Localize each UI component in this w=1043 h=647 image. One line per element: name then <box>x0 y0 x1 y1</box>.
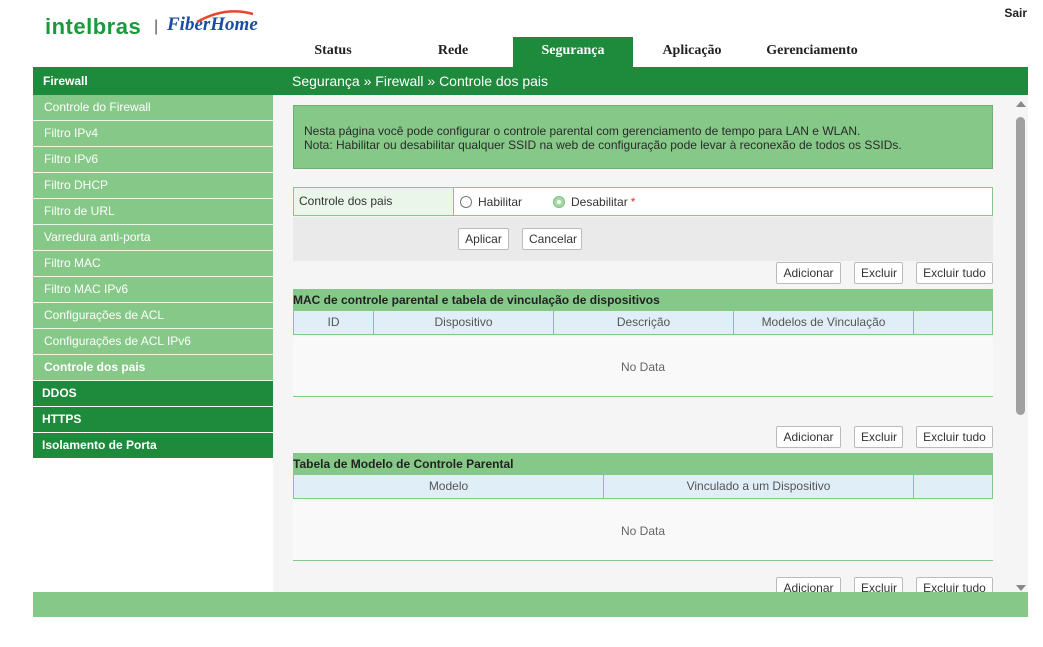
apply-button[interactable]: Aplicar <box>458 228 509 250</box>
tab-seguranca[interactable]: Segurança <box>513 37 633 67</box>
tab-rede[interactable]: Rede <box>393 37 513 67</box>
model-table-header: Modelo Vinculado a um Dispositivo <box>293 475 993 499</box>
sidebar-group-https[interactable]: HTTPS <box>33 407 273 433</box>
title-bar: Firewall Segurança » Firewall » Controle… <box>33 67 1028 95</box>
sidebar-item-controle-firewall[interactable]: Controle do Firewall <box>33 95 273 121</box>
parental-control-row: Controle dos pais Habilitar Desabilitar … <box>293 187 993 216</box>
scrollbar-thumb[interactable] <box>1016 117 1025 415</box>
sidebar-item-controle-pais[interactable]: Controle dos pais <box>33 355 273 381</box>
scroll-up-arrow-icon[interactable] <box>1016 101 1026 107</box>
col-id: ID <box>294 311 374 334</box>
delete-all-model-button[interactable]: Excluir tudo <box>916 426 993 448</box>
info-box: Nesta página você pode configurar o cont… <box>293 105 993 169</box>
parental-control-label: Controle dos pais <box>294 188 454 215</box>
main-content: Nesta página você pode configurar o cont… <box>273 95 1013 592</box>
col-modelo: Modelo <box>294 475 604 498</box>
logout-link[interactable]: Sair <box>1004 6 1027 20</box>
tab-status[interactable]: Status <box>273 37 393 67</box>
sidebar-item-filtro-dhcp[interactable]: Filtro DHCP <box>33 173 273 199</box>
sidebar-item-config-acl[interactable]: Configurações de ACL <box>33 303 273 329</box>
sidebar-item-filtro-mac-ipv6[interactable]: Filtro MAC IPv6 <box>33 277 273 303</box>
delete-model-button[interactable]: Excluir <box>854 426 903 448</box>
delete-mac-button[interactable]: Excluir <box>854 262 903 284</box>
footer-bar <box>33 592 1028 617</box>
radio-desabilitar[interactable]: Desabilitar * <box>553 195 635 209</box>
cancel-button[interactable]: Cancelar <box>522 228 582 250</box>
radio-unchecked-icon[interactable] <box>460 196 472 208</box>
intelbras-logo-text: intelbras <box>45 14 142 39</box>
sidebar-group-isolamento-porta[interactable]: Isolamento de Porta <box>33 433 273 459</box>
scroll-down-arrow-icon[interactable] <box>1016 585 1026 591</box>
brand-logo: intelbras | FiberHome <box>45 8 275 48</box>
sidebar-item-filtro-url[interactable]: Filtro de URL <box>33 199 273 225</box>
top-navigation: Status Rede Segurança Aplicação Gerencia… <box>273 37 873 67</box>
mac-table-header: ID Dispositivo Descrição Modelos de Vinc… <box>293 311 993 335</box>
col-descricao: Descrição <box>554 311 734 334</box>
tab-aplicacao[interactable]: Aplicação <box>633 37 751 67</box>
radio-habilitar-label: Habilitar <box>478 195 523 209</box>
radio-habilitar[interactable]: Habilitar <box>460 195 522 209</box>
router-admin-page: intelbras | FiberHome Sair Status Rede S… <box>0 0 1043 647</box>
sidebar-item-config-acl-ipv6[interactable]: Configurações de ACL IPv6 <box>33 329 273 355</box>
sidebar-section-firewall[interactable]: Firewall <box>43 74 88 88</box>
info-text-line2: Nota: Habilitar ou desabilitar qualquer … <box>304 138 902 152</box>
model-table-empty: No Data <box>293 501 993 561</box>
col-actions <box>914 311 992 334</box>
delete-all-third-button[interactable]: Excluir tudo <box>916 577 993 592</box>
add-mac-button[interactable]: Adicionar <box>776 262 841 284</box>
sidebar-item-filtro-mac[interactable]: Filtro MAC <box>33 251 273 277</box>
mac-table-title: MAC de controle parental e tabela de vin… <box>293 289 993 311</box>
fiberhome-swoosh-icon <box>196 10 254 24</box>
tab-gerenciamento[interactable]: Gerenciamento <box>751 37 873 67</box>
sidebar-item-varredura-anti-porta[interactable]: Varredura anti-porta <box>33 225 273 251</box>
sidebar-item-filtro-ipv4[interactable]: Filtro IPv4 <box>33 121 273 147</box>
radio-desabilitar-label: Desabilitar <box>571 195 628 209</box>
add-third-button[interactable]: Adicionar <box>776 577 841 592</box>
apply-row: Aplicar Cancelar <box>293 217 993 261</box>
add-model-button[interactable]: Adicionar <box>776 426 841 448</box>
breadcrumb: Segurança » Firewall » Controle dos pais <box>292 73 549 89</box>
mac-table-empty: No Data <box>293 337 993 397</box>
content-scrollbar[interactable] <box>1013 95 1028 592</box>
col-modelos-vinculacao: Modelos de Vinculação <box>734 311 914 334</box>
col-dispositivo: Dispositivo <box>374 311 554 334</box>
sidebar-item-filtro-ipv6[interactable]: Filtro IPv6 <box>33 147 273 173</box>
radio-checked-icon[interactable] <box>553 196 565 208</box>
info-text-line1: Nesta página você pode configurar o cont… <box>304 124 861 138</box>
col-vinculado-dispositivo: Vinculado a um Dispositivo <box>604 475 914 498</box>
model-table-title: Tabela de Modelo de Controle Parental <box>293 453 993 475</box>
required-mark: * <box>630 195 636 209</box>
delete-third-button[interactable]: Excluir <box>854 577 903 592</box>
sidebar-group-ddos[interactable]: DDOS <box>33 381 273 407</box>
delete-all-mac-button[interactable]: Excluir tudo <box>916 262 993 284</box>
col-model-actions <box>914 475 992 498</box>
sidebar: Controle do Firewall Filtro IPv4 Filtro … <box>33 95 273 592</box>
logo-separator: | <box>154 18 159 35</box>
